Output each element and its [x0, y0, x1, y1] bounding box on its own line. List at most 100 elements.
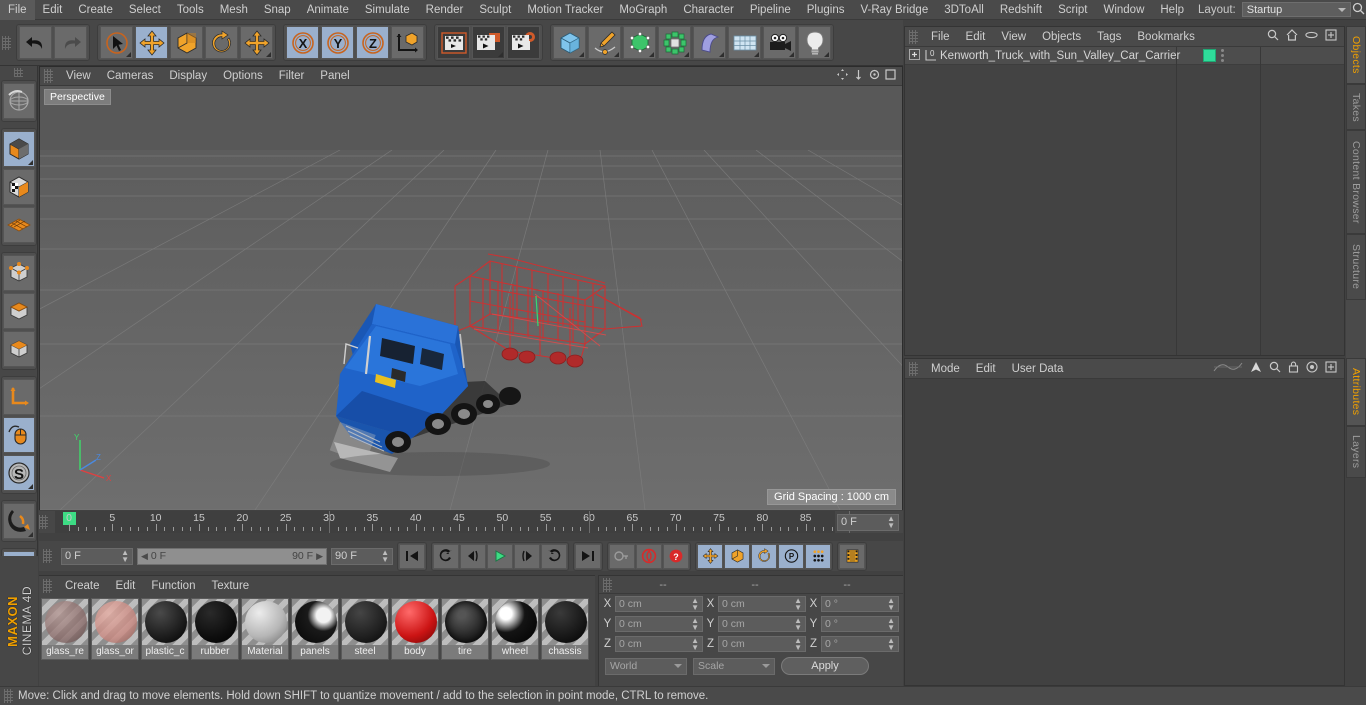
viewport-solo-button[interactable] — [2, 417, 35, 453]
curve-icon[interactable] — [1213, 361, 1243, 376]
spinner-icon[interactable]: ▲ ▼ — [794, 637, 802, 652]
attribute-manager-body[interactable] — [905, 379, 1344, 685]
timeline-ruler[interactable]: 051015202530354045505560657075808590 — [55, 511, 855, 533]
make-editable-button[interactable] — [2, 131, 35, 167]
preview-range-slider[interactable]: ◀ 0 F 90 F ▶ — [137, 547, 327, 565]
scale-key-toggle[interactable] — [724, 543, 750, 569]
keyframe-selection-button[interactable]: ? — [663, 543, 689, 569]
spinner-icon[interactable]: ▲ ▼ — [691, 597, 699, 612]
material-menu-create[interactable]: Create — [57, 576, 108, 596]
transform-tool[interactable] — [240, 26, 273, 59]
menu-character[interactable]: Character — [675, 0, 742, 20]
tab-layers[interactable]: Layers — [1346, 426, 1366, 478]
material-menu-edit[interactable]: Edit — [108, 576, 144, 596]
viewport-menu-view[interactable]: View — [58, 66, 99, 86]
viewport-menu-options[interactable]: Options — [215, 66, 271, 86]
material-swatch[interactable]: steel — [341, 598, 389, 660]
target-icon[interactable] — [1306, 361, 1318, 376]
object-menu-view[interactable]: View — [993, 27, 1034, 47]
transport-grip[interactable] — [43, 549, 52, 563]
spinner-icon[interactable]: ▲ ▼ — [121, 549, 129, 564]
undo-button[interactable] — [19, 26, 52, 59]
render-to-picture-viewer-button[interactable] — [472, 26, 505, 59]
x-axis-lock[interactable]: X — [286, 26, 319, 59]
texture-mode-button[interactable] — [2, 207, 35, 243]
range-right-arrow-icon[interactable]: ▶ — [316, 551, 323, 562]
menu-create[interactable]: Create — [70, 0, 121, 20]
add-spline-button[interactable] — [588, 26, 621, 59]
live-selection-tool[interactable] — [100, 26, 133, 59]
points-mode-button[interactable] — [2, 255, 35, 291]
menu-3dtoall[interactable]: 3DToAll — [936, 0, 992, 20]
enable-axis-modification-button[interactable]: S — [2, 455, 35, 491]
object-menu-objects[interactable]: Objects — [1034, 27, 1089, 47]
tab-structure[interactable]: Structure — [1346, 234, 1366, 300]
go-to-next-key-button[interactable] — [541, 543, 567, 569]
menu-window[interactable]: Window — [1095, 0, 1152, 20]
magnifier-icon[interactable] — [1269, 361, 1281, 376]
material-menu-function[interactable]: Function — [143, 576, 203, 596]
status-bar-grip[interactable] — [4, 689, 13, 703]
parameter-key-toggle[interactable]: P — [778, 543, 804, 569]
viewport-canvas[interactable]: Perspective Grid Spacing : 1000 cm Y X Z — [40, 86, 902, 510]
object-menu-tags[interactable]: Tags — [1089, 27, 1129, 47]
timeline-toggle-button[interactable] — [839, 543, 865, 569]
arrow-up-icon[interactable] — [1250, 361, 1262, 376]
material-swatch[interactable]: panels — [291, 598, 339, 660]
menu-help[interactable]: Help — [1152, 0, 1192, 20]
scale-tool[interactable] — [170, 26, 203, 59]
menu-edit[interactable]: Edit — [35, 0, 71, 20]
material-manager-grip[interactable] — [43, 578, 52, 593]
spinner-icon[interactable]: ▲ ▼ — [381, 549, 389, 564]
material-swatch[interactable]: body — [391, 598, 439, 660]
z-axis-lock[interactable]: Z — [356, 26, 389, 59]
material-swatch[interactable]: Material — [241, 598, 289, 660]
object-menu-file[interactable]: File — [923, 27, 958, 47]
layout-select[interactable]: Startup — [1241, 2, 1352, 17]
current-frame-field[interactable]: 0 F ▲ ▼ — [61, 547, 133, 565]
menu-render[interactable]: Render — [418, 0, 472, 20]
array-button[interactable] — [658, 26, 691, 59]
go-to-start-button[interactable] — [399, 543, 425, 569]
light-button[interactable] — [798, 26, 831, 59]
rotation-y-field[interactable]: 0 ° ▲ ▼ — [821, 616, 899, 632]
menu-pipeline[interactable]: Pipeline — [742, 0, 799, 20]
spinner-icon[interactable]: ▲ ▼ — [691, 637, 699, 652]
timeline-current-frame-field[interactable]: 0 F ▲ ▼ — [837, 513, 899, 531]
polygons-mode-button[interactable] — [2, 331, 35, 367]
tab-content-browser[interactable]: Content Browser — [1346, 130, 1366, 234]
rotation-key-toggle[interactable] — [751, 543, 777, 569]
eye-icon[interactable] — [1305, 30, 1318, 43]
position-z-field[interactable]: 0 cm ▲ ▼ — [615, 636, 703, 652]
record-active-objects-button[interactable] — [609, 543, 635, 569]
deformer-button[interactable] — [693, 26, 726, 59]
toolbar-grip[interactable] — [2, 35, 11, 50]
menu-snap[interactable]: Snap — [256, 0, 299, 20]
render-view-button[interactable] — [437, 26, 470, 59]
size-y-field[interactable]: 0 cm ▲ ▼ — [718, 616, 806, 632]
rotation-z-field[interactable]: 0 ° ▲ ▼ — [821, 636, 899, 652]
model-mode-button[interactable] — [2, 169, 35, 205]
spinner-icon[interactable]: ▲ ▼ — [887, 515, 895, 530]
pan-icon[interactable] — [837, 69, 848, 83]
fit-icon[interactable] — [1325, 361, 1337, 376]
spinner-icon[interactable]: ▲ ▼ — [887, 637, 895, 652]
move-tool[interactable] — [135, 26, 168, 59]
play-button[interactable] — [487, 543, 513, 569]
step-forward-button[interactable] — [514, 543, 540, 569]
lock-icon[interactable] — [1288, 361, 1299, 376]
tab-attributes[interactable]: Attributes — [1346, 358, 1366, 426]
material-swatch[interactable]: chassis — [541, 598, 589, 660]
menu-animate[interactable]: Animate — [299, 0, 357, 20]
tab-takes[interactable]: Takes — [1346, 84, 1366, 130]
menu-mesh[interactable]: Mesh — [212, 0, 256, 20]
menu-select[interactable]: Select — [121, 0, 169, 20]
material-swatch[interactable]: rubber — [191, 598, 239, 660]
coordinate-manager-grip[interactable] — [603, 577, 612, 592]
position-x-field[interactable]: 0 cm ▲ ▼ — [615, 596, 703, 612]
menu-vray-bridge[interactable]: V-Ray Bridge — [852, 0, 936, 20]
enable-snapping-button[interactable] — [2, 503, 35, 539]
material-swatch[interactable]: glass_or — [91, 598, 139, 660]
spinner-icon[interactable]: ▲ ▼ — [794, 597, 802, 612]
size-z-field[interactable]: 0 cm ▲ ▼ — [718, 636, 806, 652]
